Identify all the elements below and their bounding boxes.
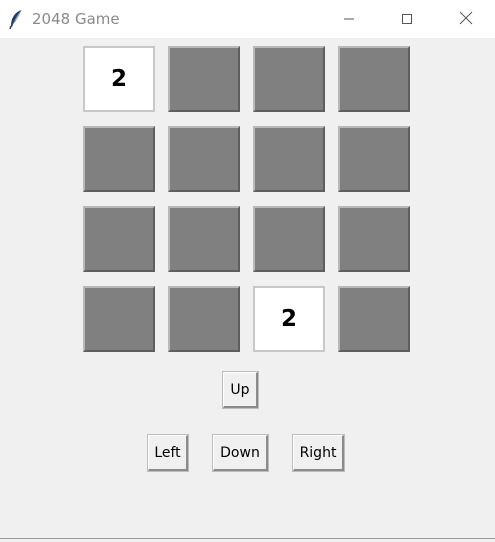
tile-r3-c4 bbox=[338, 206, 410, 272]
tile-r2-c2 bbox=[168, 126, 240, 192]
tile-r1-c1: 2 bbox=[83, 46, 155, 112]
tile-r4-c4 bbox=[338, 286, 410, 352]
tile-r3-c3 bbox=[253, 206, 325, 272]
tile-r3-c2 bbox=[168, 206, 240, 272]
tile-r4-c3: 2 bbox=[253, 286, 325, 352]
window-bottom-border bbox=[0, 538, 495, 542]
tile-r3-c1 bbox=[83, 206, 155, 272]
down-button[interactable]: Down bbox=[212, 434, 269, 472]
window-title: 2048 Game bbox=[32, 10, 120, 28]
tile-r4-c1 bbox=[83, 286, 155, 352]
left-button[interactable]: Left bbox=[147, 434, 189, 472]
title-bar: 2048 Game bbox=[0, 0, 495, 38]
close-button[interactable] bbox=[443, 0, 489, 38]
tile-r2-c3 bbox=[253, 126, 325, 192]
up-button[interactable]: Up bbox=[222, 371, 259, 409]
tile-r2-c4 bbox=[338, 126, 410, 192]
feather-icon bbox=[8, 9, 24, 30]
maximize-button[interactable] bbox=[384, 0, 430, 38]
close-icon bbox=[459, 10, 473, 29]
tile-r1-c2 bbox=[168, 46, 240, 112]
game-window: 2048 Game 2 2 Up Left Down Right bbox=[0, 0, 495, 542]
tile-r1-c3 bbox=[253, 46, 325, 112]
right-button[interactable]: Right bbox=[292, 434, 345, 472]
minimize-button[interactable] bbox=[326, 0, 372, 38]
maximize-icon bbox=[401, 10, 413, 29]
tile-r1-c4 bbox=[338, 46, 410, 112]
tile-r4-c2 bbox=[168, 286, 240, 352]
tile-r2-c1 bbox=[83, 126, 155, 192]
minimize-icon bbox=[343, 10, 355, 29]
